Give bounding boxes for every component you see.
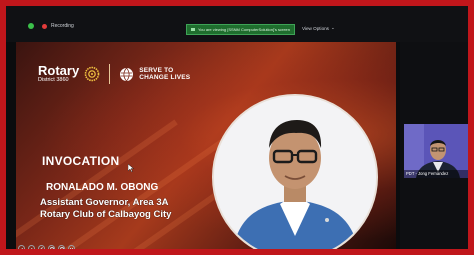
share-banner-text: You are viewing [SSNM ComputerSolution]'… [198, 27, 290, 32]
speaker-details: Assistant Governor, Area 3A Rotary Club … [40, 197, 171, 221]
tagline-line-1: SERVE TO [139, 66, 174, 74]
rotary-district: District 3860 [38, 77, 69, 83]
annotation-toolbar [18, 245, 75, 249]
chevron-down-icon: ⌄ [330, 25, 335, 30]
record-icon [42, 23, 47, 29]
speaker-title: Assistant Governor, Area 3A [40, 197, 169, 208]
serve-tagline: SERVE TO CHANGE LIVES [139, 67, 190, 82]
logo-divider [109, 64, 111, 84]
speaker-portrait [212, 94, 378, 249]
recording-indicator[interactable]: Recording [28, 23, 74, 29]
globe-icon [120, 67, 134, 81]
participant-video-tile[interactable]: PDT - Jong Fernandez [404, 124, 468, 178]
meeting-top-bar: Recording You are viewing [SSNM Computer… [6, 6, 468, 42]
shared-slide: Rotary District 3860 SERVE TO CHANGE LIV… [16, 42, 396, 249]
search-icon[interactable] [58, 245, 65, 249]
next-icon[interactable] [28, 245, 35, 249]
speaker-name: RONALADO M. OBONG [46, 182, 159, 193]
slide-heading: INVOCATION [42, 154, 120, 168]
participant-name: PDT - Jong Fernandez [404, 170, 468, 178]
share-screen-icon [191, 28, 195, 31]
view-options-label: View Options [302, 25, 329, 31]
zoom-meeting-window: Recording You are viewing [SSNM Computer… [6, 6, 468, 249]
rotary-logo: Rotary District 3860 SERVE TO CHANGE LIV… [38, 64, 190, 84]
previous-icon[interactable] [18, 245, 25, 249]
more-icon[interactable] [68, 245, 75, 249]
rotary-wheel-icon [84, 66, 100, 82]
speaker-photo [214, 96, 376, 249]
screen-share-banner: You are viewing [SSNM ComputerSolution]'… [186, 24, 295, 35]
rotary-word: Rotary [38, 63, 80, 78]
recording-label: Recording [51, 23, 74, 29]
pen-icon[interactable] [38, 245, 45, 249]
tagline-line-2: CHANGE LIVES [139, 74, 191, 81]
zoom-in-icon[interactable] [48, 245, 55, 249]
speaker-org: Rotary Club of Calbayog City [40, 209, 172, 220]
mouse-cursor-icon [128, 164, 134, 172]
view-options-button[interactable]: View Options ⌄ [302, 25, 335, 31]
rotary-wordmark: Rotary District 3860 [38, 64, 79, 84]
status-dot-icon [28, 23, 34, 29]
